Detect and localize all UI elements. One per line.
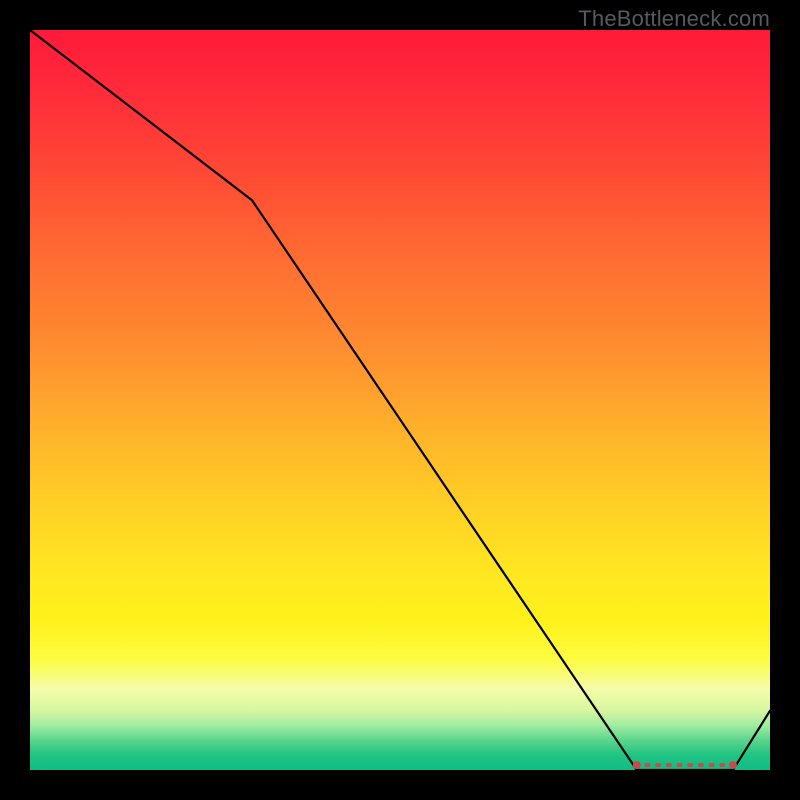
- chart-root: TheBottleneck.com: [0, 0, 800, 800]
- plot-area: [30, 30, 770, 770]
- watermark-text: TheBottleneck.com: [578, 6, 770, 32]
